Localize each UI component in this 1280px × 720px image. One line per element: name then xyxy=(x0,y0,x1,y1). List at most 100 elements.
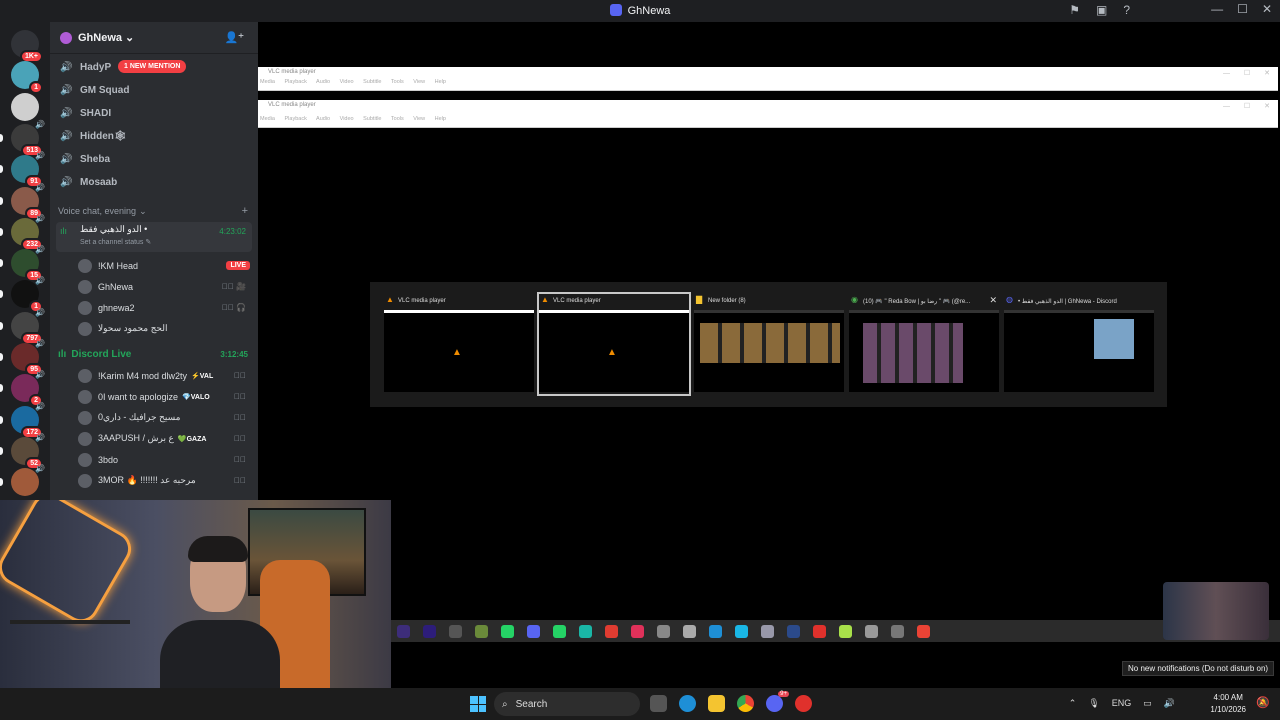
server-icon[interactable]: 91 🔊 xyxy=(11,151,45,189)
live-user[interactable]: 0I want to apologize 💎VALO 🎙⃠ xyxy=(50,386,258,407)
voice-user[interactable]: !KM Head LIVE xyxy=(50,255,258,276)
pubg-server-icon[interactable] xyxy=(11,92,39,121)
notification-bell-icon[interactable]: 🔕 xyxy=(1256,696,1270,709)
voice-channel-item[interactable]: 🔊 Mosaab xyxy=(50,171,258,194)
active-voice-channel[interactable]: ılı الدو الذهبي فقط • Set a channel stat… xyxy=(56,222,252,252)
captured-app-icon xyxy=(813,624,826,638)
live-user[interactable]: 3bdo 🎙⃠ xyxy=(50,449,258,470)
file-explorer-icon[interactable] xyxy=(708,695,725,712)
alt-tab-window[interactable]: ▇ New folder (8) xyxy=(694,294,844,394)
maximize-button[interactable]: ☐ xyxy=(1237,2,1248,16)
unread-pill xyxy=(0,259,3,268)
channel-name: Sheba xyxy=(80,154,111,165)
speaker-icon: 🔊 xyxy=(60,154,73,165)
voice-channel-item[interactable]: 🔊 GM Squad xyxy=(50,79,258,102)
discord-icon[interactable]: 9+ xyxy=(766,691,789,712)
voice-channel-item[interactable]: 🔊 Sheba xyxy=(50,148,258,171)
server-icon[interactable]: 172 🔊 xyxy=(11,402,45,439)
live-user[interactable]: مسيح جرافيك - داري0 🎙⃠ xyxy=(50,407,258,428)
volume-icon[interactable]: 🔊 xyxy=(1164,698,1175,709)
server-icon[interactable]: 🔊 xyxy=(11,464,45,497)
chevron-up-icon[interactable]: ⌃ xyxy=(1069,698,1077,709)
start-button[interactable] xyxy=(470,696,486,712)
captured-app-icon xyxy=(709,624,722,638)
help-icon[interactable]: ? xyxy=(1123,3,1130,17)
network-icon[interactable]: ▭ xyxy=(1143,698,1152,709)
user-name: GhNewa xyxy=(98,281,134,292)
server-icon[interactable]: 2 🔊 xyxy=(11,370,45,408)
channel-name: HadyP xyxy=(80,62,112,73)
discord-preview xyxy=(1094,319,1134,359)
voice-user[interactable]: GhNewa 🎙⃠ 🎥 xyxy=(50,276,258,297)
voice-user[interactable]: الحج محمود سحولا xyxy=(50,318,258,339)
server-icon[interactable]: 52 🔊 xyxy=(11,433,45,470)
vlc-menu[interactable]: Media Playback Audio Video Subtitle Tool… xyxy=(260,116,446,122)
server-icon[interactable]: 15 🔊 xyxy=(11,245,45,283)
close-icon[interactable]: ✕ xyxy=(989,295,997,306)
language-indicator[interactable]: ENG xyxy=(1112,698,1132,709)
live-user[interactable]: 3AAPUSH / ع برش 💚GAZA 🎙⃠ xyxy=(50,428,258,449)
voice-channel-item[interactable]: 🔊 HadyP xyxy=(50,56,258,79)
create-channel-icon[interactable]: + xyxy=(242,205,248,217)
gh-server-icon[interactable]: 1 🔊 xyxy=(11,276,45,314)
server-icon[interactable]: 89 🔊 xyxy=(11,183,45,220)
live-user[interactable]: 3MOR 🔥 !!!!!!! مرحبه عد 🎙⃠ xyxy=(50,470,258,491)
obs-icon[interactable] xyxy=(795,695,812,712)
alt-tab-title: ▲ VLC media player xyxy=(384,294,534,310)
user-name: مسيح جرافيك - داري0 xyxy=(98,412,181,422)
alt-tab-window[interactable]: ▲ VLC media player ▲ xyxy=(537,292,691,396)
close-button[interactable]: ✕ xyxy=(1262,2,1272,16)
webcam-overlay xyxy=(0,500,391,720)
server-header[interactable]: GhNewa ⌄ 👤⁺ xyxy=(50,22,258,54)
search-box[interactable]: ⌕ Search xyxy=(494,692,640,716)
server-icon[interactable]: 95 🔊 xyxy=(11,339,45,376)
speaker-icon: 🔊 xyxy=(60,108,73,119)
clock[interactable]: 4:00 AM 1/10/2026 xyxy=(1210,692,1246,716)
server-icon xyxy=(60,31,72,44)
voice-activity-icon: ılı xyxy=(60,226,68,236)
screen-share-icon[interactable]: ▣ xyxy=(1096,3,1107,17)
server-icon[interactable]: 513 🔊 xyxy=(11,120,45,157)
vlc-title: VLC media player xyxy=(268,102,316,108)
alt-tab-window[interactable]: ◍ • الدو الذهبي فقط | GhNewa - Discord xyxy=(1004,294,1154,394)
discord-home-icon[interactable]: 1K+ xyxy=(11,30,43,63)
alt-tab-window[interactable]: ▲ VLC media player ▲ xyxy=(384,294,534,394)
vlc-menu[interactable]: Media Playback Audio Video Subtitle Tool… xyxy=(260,79,446,85)
notification-tooltip: No new notifications (Do not disturb on) xyxy=(1122,661,1275,676)
edge-icon[interactable] xyxy=(679,695,696,712)
folder-thumbnails xyxy=(700,323,840,363)
voice-channel-item[interactable]: 🔊 SHADI xyxy=(50,102,258,125)
vlc-window-1[interactable]: VLC media player Media Playback Audio Vi… xyxy=(258,67,1278,91)
chrome-icon[interactable] xyxy=(737,695,754,712)
user-tag: ⚡VAL xyxy=(191,372,214,380)
channel-status[interactable]: Set a channel status ✎ xyxy=(80,238,252,246)
category-voice-chat[interactable]: Voice chat, evening ⌄ + xyxy=(50,200,258,222)
microphone-icon[interactable]: 🎙 xyxy=(1088,698,1099,709)
deafened-icon: 🎙⃠ xyxy=(234,413,246,422)
window-thumbnail xyxy=(1004,310,1154,392)
server-icon[interactable]: 797 🔊 xyxy=(11,308,45,345)
task-view-icon[interactable] xyxy=(650,695,667,712)
speaker-icon: 🔊 xyxy=(35,276,45,286)
window-title-text: New folder (8) xyxy=(708,298,746,304)
voice-user[interactable]: ghnewa2 🎙⃠ 🎧 xyxy=(50,297,258,318)
inbox-icon[interactable]: ⚑ xyxy=(1069,3,1080,17)
avatar xyxy=(78,321,92,336)
vlc-cone-icon: ▲ xyxy=(607,347,617,358)
speaker-icon: 🔊 xyxy=(35,432,45,442)
minimize-button[interactable]: — xyxy=(1211,2,1223,16)
live-user[interactable]: !Karim M4 mod dlw2ty ⚡VAL 🎙⃠ xyxy=(50,365,258,386)
speaker-icon: 🔊 xyxy=(35,401,45,411)
vlc-window-2[interactable]: VLC media player Media Playback Audio Vi… xyxy=(258,100,1278,128)
vlc-window-controls[interactable]: — ☐ ✕ xyxy=(1223,69,1270,77)
vlc-window-controls[interactable]: — ☐ ✕ xyxy=(1223,102,1270,110)
unread-pill xyxy=(0,321,3,330)
user-tag: 💚GAZA xyxy=(177,435,207,443)
server-avatar-icon[interactable]: 1 xyxy=(11,61,43,95)
channel-name: Hidden🕸 xyxy=(80,131,127,142)
server-icon[interactable]: 232 🔊 xyxy=(11,214,45,251)
add-user-icon[interactable]: 👤⁺ xyxy=(224,31,244,44)
voice-channel-item[interactable]: 🔊 Hidden🕸 xyxy=(50,125,258,148)
category-discord-live[interactable]: ılı Discord Live 3:12:45 xyxy=(50,343,258,365)
alt-tab-window[interactable]: ◉ (10) 🎮 " Reda Bow | رضا بو " 🎮 (@re... ✕ xyxy=(849,294,999,394)
